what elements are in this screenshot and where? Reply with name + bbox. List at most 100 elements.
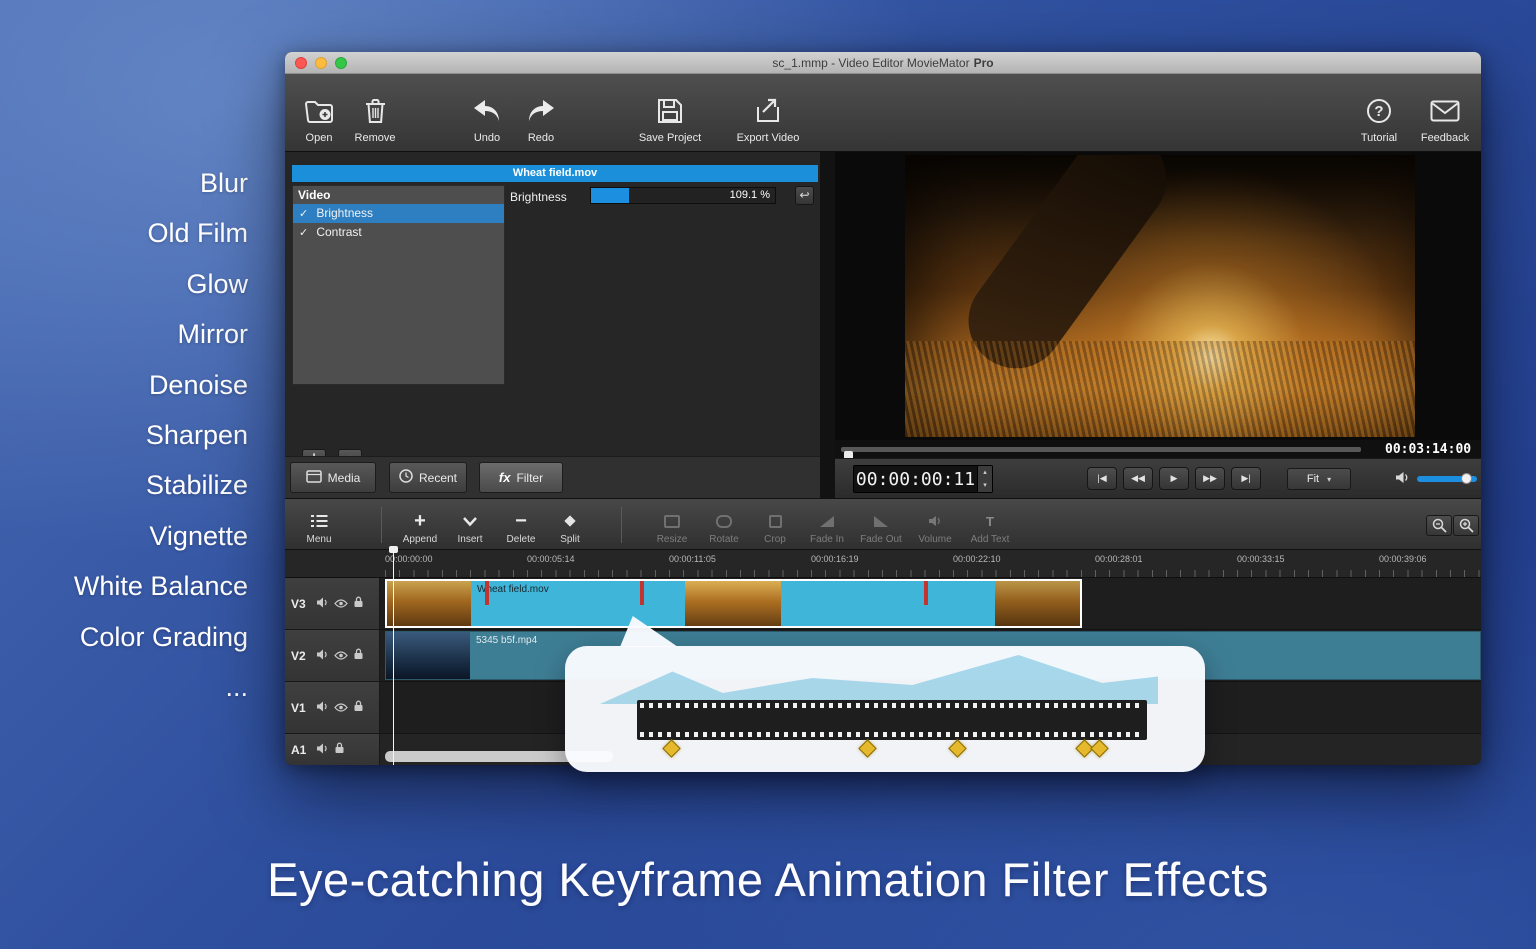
playhead-line[interactable] xyxy=(393,550,394,765)
brightness-slider[interactable]: 109.1 % xyxy=(590,187,776,204)
transport-buttons: |◀ ◀◀ ▶ ▶▶ ▶| xyxy=(1087,467,1261,490)
open-button[interactable]: Open xyxy=(299,84,339,144)
tab-recent-label: Recent xyxy=(419,471,457,485)
tab-recent[interactable]: Recent xyxy=(389,462,467,493)
keyframe-marker[interactable] xyxy=(485,581,489,605)
rewind-button[interactable]: ◀◀ xyxy=(1123,467,1153,490)
resize-label: Resize xyxy=(657,534,688,545)
media-icon xyxy=(306,470,322,486)
feedback-button[interactable]: Feedback xyxy=(1417,84,1473,144)
hide-track-button[interactable] xyxy=(334,647,348,665)
remove-button[interactable]: Remove xyxy=(349,84,401,144)
lock-track-button[interactable] xyxy=(353,699,364,717)
volume-icon[interactable] xyxy=(1395,471,1410,489)
tab-filter[interactable]: fx Filter xyxy=(479,462,563,493)
tab-filter-label: Filter xyxy=(516,471,543,485)
fade-out-button: Fade Out xyxy=(857,505,905,545)
keyframe-marker[interactable] xyxy=(924,581,928,605)
mute-button[interactable] xyxy=(316,595,329,613)
zoom-in-button[interactable] xyxy=(1453,515,1479,536)
clip-wheat-field[interactable]: Wheat field.mov xyxy=(385,579,1082,628)
menu-list-icon xyxy=(310,511,328,531)
filter-row-contrast[interactable]: ✓ Contrast xyxy=(293,223,504,242)
track-v3-content[interactable]: Wheat field.mov xyxy=(380,578,1481,630)
lock-track-button[interactable] xyxy=(353,647,364,665)
tab-media[interactable]: Media xyxy=(290,462,376,493)
tutorial-label: Tutorial xyxy=(1361,132,1397,144)
skip-to-end-button[interactable]: ▶| xyxy=(1231,467,1261,490)
keyframe-diamond[interactable] xyxy=(662,739,680,757)
undo-button[interactable]: Undo xyxy=(469,84,505,144)
timeline-menu-button[interactable]: Menu xyxy=(299,505,339,545)
lock-track-button[interactable] xyxy=(334,741,345,759)
split-button[interactable]: Split xyxy=(551,505,589,545)
track-name: V3 xyxy=(291,597,311,611)
ruler-label: 00:00:22:10 xyxy=(953,554,1001,564)
volume-gray-icon xyxy=(928,511,942,531)
seek-bar[interactable] xyxy=(841,447,1361,452)
export-video-button[interactable]: Export Video xyxy=(731,84,805,144)
timeline-ruler[interactable]: 00:00:00:00 00:00:05:14 00:00:11:05 00:0… xyxy=(285,550,1481,578)
volume-slider[interactable] xyxy=(1417,476,1477,482)
mute-button[interactable] xyxy=(316,741,329,759)
undo-button-label: Undo xyxy=(474,132,500,144)
ruler-label: 00:00:16:19 xyxy=(811,554,859,564)
remove-button-label: Remove xyxy=(355,132,396,144)
transport-bar: 00:00:00:11 ▴ ▾ |◀ ◀◀ ▶ ▶▶ ▶| Fit ▾ xyxy=(835,458,1481,498)
fade-in-icon xyxy=(819,511,835,531)
window-title-pro: Pro xyxy=(974,56,994,70)
preview-panel: 00:03:14:00 00:00:00:11 ▴ ▾ |◀ ◀◀ ▶ ▶▶ ▶… xyxy=(835,152,1481,498)
fast-forward-button[interactable]: ▶▶ xyxy=(1195,467,1225,490)
volume-handle[interactable] xyxy=(1461,473,1472,484)
hide-track-button[interactable] xyxy=(334,699,348,717)
filmstrip-perforations xyxy=(640,703,1144,708)
export-icon xyxy=(755,96,782,126)
checkbox-checked-icon[interactable]: ✓ xyxy=(299,224,313,243)
ruler-label: 00:00:39:06 xyxy=(1379,554,1427,564)
keyframe-diamond[interactable] xyxy=(1090,739,1108,757)
split-label: Split xyxy=(560,534,579,545)
rotate-button: Rotate xyxy=(703,505,745,545)
brightness-value: 109.1 % xyxy=(730,189,770,201)
filter-row-label: Contrast xyxy=(316,225,361,239)
hide-track-button[interactable] xyxy=(334,595,348,613)
video-preview[interactable] xyxy=(905,155,1415,437)
checkbox-checked-icon[interactable]: ✓ xyxy=(299,205,313,224)
keyframe-diamond[interactable] xyxy=(948,739,966,757)
lock-track-button[interactable] xyxy=(353,595,364,613)
spinner-down-button[interactable]: ▾ xyxy=(978,479,992,492)
save-project-button[interactable]: Save Project xyxy=(637,84,703,144)
fit-dropdown[interactable]: Fit ▾ xyxy=(1287,468,1351,490)
reset-param-button[interactable]: ↩ xyxy=(795,186,814,205)
append-label: Append xyxy=(403,534,437,545)
track-name: V2 xyxy=(291,649,311,663)
timecode-display[interactable]: 00:00:00:11 ▴ ▾ xyxy=(853,465,993,493)
keyframe-diamond[interactable] xyxy=(858,739,876,757)
zoom-out-button[interactable] xyxy=(1426,515,1452,536)
clip-thumbnail xyxy=(386,632,470,679)
delete-button[interactable]: − Delete xyxy=(499,505,543,545)
append-button[interactable]: + Append xyxy=(397,505,443,545)
ruler-label: 00:00:28:01 xyxy=(1095,554,1143,564)
filter-row-brightness[interactable]: ✓ Brightness xyxy=(293,204,504,223)
insert-label: Insert xyxy=(457,534,482,545)
redo-button-label: Redo xyxy=(528,132,554,144)
timecode-value: 00:00:00:11 xyxy=(854,469,977,490)
text-icon: T xyxy=(986,511,994,531)
mute-button[interactable] xyxy=(316,647,329,665)
filter-row-label: Brightness xyxy=(316,206,373,220)
mute-button[interactable] xyxy=(316,699,329,717)
clock-icon xyxy=(399,469,413,486)
filter-effect-name: Glow xyxy=(0,259,248,309)
menu-label: Menu xyxy=(306,534,331,545)
play-button[interactable]: ▶ xyxy=(1159,467,1189,490)
keyframe-marker[interactable] xyxy=(640,581,644,605)
insert-button[interactable]: Insert xyxy=(449,505,491,545)
redo-button[interactable]: Redo xyxy=(523,84,559,144)
applied-filters-list[interactable]: Video ✓ Brightness ✓ Contrast xyxy=(292,185,505,385)
tutorial-button[interactable]: ? Tutorial xyxy=(1357,84,1401,144)
fx-icon: fx xyxy=(499,470,511,485)
spinner-up-button[interactable]: ▴ xyxy=(978,466,992,479)
fit-dropdown-label: Fit xyxy=(1307,473,1319,485)
skip-to-start-button[interactable]: |◀ xyxy=(1087,467,1117,490)
